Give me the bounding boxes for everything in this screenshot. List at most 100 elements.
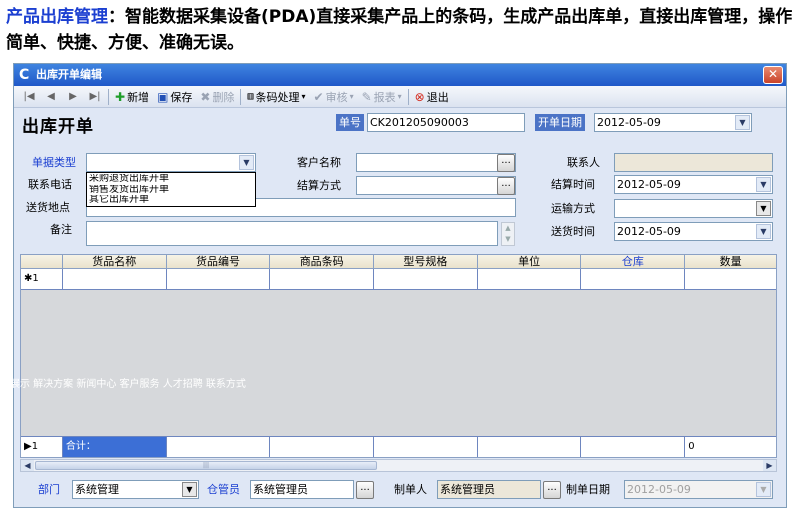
review-button[interactable]: ✔ 审核 ▾ [310, 87, 358, 107]
chevron-down-icon[interactable]: ▼ [756, 201, 771, 216]
total-cell [374, 437, 478, 457]
report-label: 报表 [373, 90, 396, 104]
delete-button[interactable]: ✖ 删除 [196, 87, 238, 107]
app-icon: C [19, 67, 30, 83]
settle-method-input[interactable] [356, 176, 516, 195]
report-icon: ✎ [361, 89, 372, 104]
close-button[interactable]: ✕ [763, 66, 783, 84]
settle-time-picker[interactable]: 2012-05-09 ▼ [614, 175, 773, 194]
chevron-down-icon[interactable]: ▼ [735, 115, 750, 130]
grid-cell[interactable] [581, 269, 686, 289]
grid-header-cell[interactable]: 型号规格 [374, 255, 478, 269]
first-record-icon[interactable]: |◀ [18, 91, 40, 102]
barcode-button[interactable]: ▥ 条码处理 ▾ [243, 87, 309, 107]
grid-header-cell[interactable]: 货品名称 [63, 255, 167, 269]
grid-cell[interactable] [478, 269, 582, 289]
settle-time-value: 2012-05-09 [617, 178, 681, 191]
creator-input[interactable]: 系统管理员 [437, 480, 541, 499]
toolbar: |◀ ◀ ▶ ▶| ✚ 新增 ▣ 保存 ✖ 删除 ▥ 条码处理 ▾ ✔ 审核 ▾ ✎ 报表 ▾ ⊗… [14, 86, 786, 108]
grid-cell[interactable] [63, 269, 167, 289]
grid-header-cell[interactable]: 数量 [685, 255, 776, 269]
scroll-thumb[interactable]: ||| [35, 461, 377, 470]
chevron-down-icon: ▾ [301, 92, 306, 101]
last-record-icon[interactable]: ▶| [84, 91, 106, 102]
exit-icon: ⊗ [414, 89, 425, 104]
order-no-label: 单号 [336, 114, 364, 131]
customer-input[interactable] [356, 153, 516, 172]
doc-type-option[interactable]: 其它出库开单 [89, 195, 253, 206]
doc-type-option[interactable]: 采购退货出库开单 [89, 174, 253, 185]
order-date-picker[interactable]: 2012-05-09 ▼ [594, 113, 752, 132]
settle-method-lookup-button[interactable]: ... [497, 177, 515, 195]
grid-empty-area [21, 290, 776, 436]
grid-header-cell [21, 255, 63, 269]
exit-button[interactable]: ⊗ 退出 [411, 87, 453, 107]
grid-header-cell[interactable]: 仓库 [581, 255, 686, 269]
toolbar-separator [108, 88, 109, 105]
scroll-right-icon[interactable]: ▶ [763, 460, 776, 471]
grid-cell[interactable] [685, 269, 776, 289]
next-record-icon[interactable]: ▶ [62, 91, 84, 102]
creator-label: 制单人 [394, 483, 427, 496]
doc-type-option[interactable]: 销售发货出库开单 [89, 185, 253, 196]
doc-type-dropdown: 采购退货出库开单 销售发货出库开单 其它出库开单 [86, 172, 256, 207]
chevron-down-icon[interactable]: ▼ [756, 177, 771, 192]
save-button[interactable]: ▣ 保存 [153, 87, 196, 107]
settle-time-label: 结算时间 [551, 178, 595, 191]
grid-horizontal-scrollbar[interactable]: ◀ ||| ▶ [20, 459, 777, 472]
row-indicator: ▶1 [21, 437, 63, 457]
contact-phone-label: 联系电话 [28, 178, 72, 191]
add-label: 新增 [127, 90, 150, 104]
customer-lookup-button[interactable]: ... [497, 154, 515, 172]
chevron-down-icon[interactable]: ▼ [239, 155, 254, 170]
keeper-input[interactable]: 系统管理员 [250, 480, 354, 499]
chevron-down-icon[interactable]: ▼ [182, 482, 197, 497]
chevron-down-icon[interactable]: ▼ [756, 224, 771, 239]
grid-header-cell[interactable]: 货品编号 [167, 255, 271, 269]
contact-input[interactable] [614, 153, 773, 172]
floppy-icon: ▣ [157, 89, 169, 104]
items-grid: 货品名称 货品编号 商品条码 型号规格 单位 仓库 数量 ✱1 ▶1 合计： 0 [20, 254, 777, 458]
add-button[interactable]: ✚ 新增 [111, 87, 153, 107]
grid-header-cell[interactable]: 商品条码 [270, 255, 375, 269]
table-row[interactable]: ✱1 [21, 269, 776, 290]
total-cell [581, 437, 686, 457]
delivery-time-picker[interactable]: 2012-05-09 ▼ [614, 222, 773, 241]
remark-textarea[interactable] [86, 221, 498, 246]
grid-cell[interactable] [167, 269, 271, 289]
chevron-down-icon: ▾ [349, 92, 354, 101]
transport-select[interactable]: ▼ [614, 199, 773, 218]
total-label: 合计： [62, 437, 167, 457]
prev-record-icon[interactable]: ◀ [40, 91, 62, 102]
dept-select[interactable]: 系统管理 ▼ [72, 480, 199, 499]
order-no-input[interactable]: CK201205090003 [367, 113, 525, 132]
keeper-label: 仓管员 [207, 483, 240, 496]
chevron-down-icon[interactable]: ▼ [756, 482, 771, 497]
create-date-value: 2012-05-09 [627, 483, 691, 496]
report-button[interactable]: ✎ 报表 ▾ [358, 87, 406, 107]
order-edit-window: C 出库开单编辑 ✕ |◀ ◀ ▶ ▶| ✚ 新增 ▣ 保存 ✖ 删除 ▥ 条码处理 ▾ … [13, 63, 787, 508]
barcode-label: 条码处理 [255, 90, 300, 104]
caption-highlight: 产品出库管理 [6, 7, 108, 27]
scroll-left-icon[interactable]: ◀ [21, 460, 34, 471]
doc-type-select[interactable]: ▼ [86, 153, 256, 172]
create-date-picker[interactable]: 2012-05-09 ▼ [624, 480, 773, 499]
barcode-icon: ▥ [247, 91, 254, 102]
creator-lookup-button[interactable]: ... [543, 481, 561, 499]
create-date-label: 制单日期 [566, 483, 610, 496]
doc-type-label: 单据类型 [32, 156, 76, 169]
remark-scrollbar[interactable]: ▲ ▼ [501, 222, 515, 246]
dept-label: 部门 [38, 483, 60, 496]
chevron-down-icon: ▾ [397, 92, 402, 101]
order-date-value: 2012-05-09 [597, 116, 661, 129]
total-cell [478, 437, 582, 457]
grid-cell[interactable] [270, 269, 375, 289]
exit-label: 退出 [426, 90, 449, 104]
total-cell [167, 437, 271, 457]
save-label: 保存 [170, 90, 193, 104]
contact-label: 联系人 [567, 156, 600, 169]
grid-header-cell[interactable]: 单位 [478, 255, 582, 269]
grid-header: 货品名称 货品编号 商品条码 型号规格 单位 仓库 数量 [21, 255, 776, 269]
grid-cell[interactable] [374, 269, 478, 289]
keeper-lookup-button[interactable]: ... [356, 481, 374, 499]
